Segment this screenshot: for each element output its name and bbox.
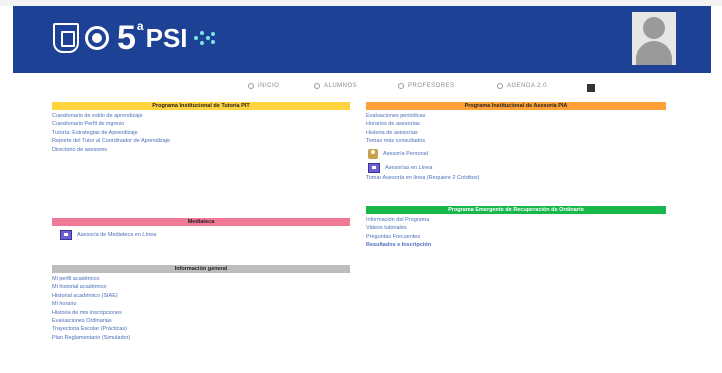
nav-label: INICIO [258, 83, 280, 89]
asesoria-link[interactable]: Tomar Asesoría en línea (Requiere 2 Créd… [366, 174, 666, 182]
info-link[interactable]: Mi historial académico [52, 283, 350, 291]
brand-psi: PSI [145, 23, 188, 53]
info-link[interactable]: Mi perfil académico [52, 275, 350, 283]
info-link[interactable]: Trayectoria Escolar (Prácticas) [52, 325, 350, 333]
info-links: Mi perfil académico Mi historial académi… [52, 275, 350, 342]
person-icon [368, 148, 378, 159]
info-section: Información general Mi perfil académico … [52, 265, 350, 342]
mediateca-link[interactable]: Asesoría de Mediateca en Línea [60, 230, 350, 240]
asesoria-personal-label: Asesoría Personal [383, 150, 428, 157]
info-link[interactable]: Historial académico (SIAE) [52, 292, 350, 300]
nav-label: AGENDA 2.0 [507, 83, 548, 89]
agenda-icon [497, 83, 503, 89]
tutoria-header: Programa Institucional de Tutoría PIT [52, 102, 350, 110]
asesoria-link[interactable]: Historia de asesorías [366, 129, 666, 137]
nav-label: ALUMNOS [324, 83, 358, 89]
unam-shield-icon [53, 23, 79, 53]
nav-inicio[interactable]: INICIO [248, 83, 279, 89]
nav-square-icon[interactable] [587, 84, 595, 92]
asesoria-link[interactable]: Evaluaciones periódicas [366, 112, 666, 120]
students-icon [314, 83, 320, 89]
recuperacion-link[interactable]: Preguntas Frecuentes [366, 233, 666, 241]
info-link[interactable]: Historia de mis inscripciones [52, 309, 350, 317]
info-link[interactable]: Evaluaciones Ordinarias [52, 317, 350, 325]
asesoria-header: Programa Institucional de Asesoría PIA [366, 102, 666, 110]
page: 5 a PSI INICIO ALUMNOS PROFESORES AGENDA… [0, 0, 722, 373]
recuperacion-link[interactable]: Videos tutoriales [366, 224, 666, 232]
recuperacion-links: Información del Programa Videos tutorial… [366, 216, 666, 250]
tutoria-link[interactable]: Reporte del Tutor al Coordinador de Apre… [52, 137, 350, 145]
mediateca-section: Mediateca Asesoría de Mediateca en Línea [52, 218, 350, 240]
asesoria-online-link[interactable]: Asesorías en Línea [368, 162, 666, 173]
recuperacion-header: Programa Emergente de Recuperación de Or… [366, 206, 666, 214]
monitor-icon [60, 230, 72, 240]
asesoria-link[interactable]: Horarios de asesorías [366, 120, 666, 128]
teachers-icon [398, 83, 404, 89]
asesoria-section: Programa Institucional de Asesoría PIA E… [366, 102, 666, 182]
tutoria-link[interactable]: Cuestionario Perfil de ingreso [52, 120, 350, 128]
tutoria-link[interactable]: Cuestionario de estilo de aprendizaje [52, 112, 350, 120]
mediateca-link-label: Asesoría de Mediateca en Línea [77, 232, 157, 238]
brand-five: 5 [117, 19, 136, 57]
info-header: Información general [52, 265, 350, 273]
main-nav: INICIO ALUMNOS PROFESORES AGENDA 2.0 [0, 83, 722, 95]
tutoria-links: Cuestionario de estilo de aprendizaje Cu… [52, 112, 350, 154]
nav-alumnos[interactable]: ALUMNOS [314, 83, 357, 89]
asesoria-links: Evaluaciones periódicas Horarios de ases… [366, 112, 666, 146]
site-logo[interactable]: 5 a PSI [53, 19, 215, 57]
brand-sup: a [136, 19, 144, 33]
circle-logo-icon [85, 26, 109, 50]
asesoria-personal-link[interactable]: Asesoría Personal [368, 148, 666, 159]
monitor-icon [368, 162, 380, 173]
mediateca-header: Mediateca [52, 218, 350, 226]
recuperacion-link[interactable]: Resultados e Inscripción [366, 241, 666, 249]
asesoria-after-links: Tomar Asesoría en línea (Requiere 2 Créd… [366, 174, 666, 182]
nav-profesores[interactable]: PROFESORES [398, 83, 455, 89]
info-link[interactable]: Mi horario [52, 300, 350, 308]
asesoria-link[interactable]: Temas más consultados [366, 137, 666, 145]
info-link[interactable]: Plan Reglamentario (Simulador) [52, 334, 350, 342]
tutoria-link[interactable]: Directorio de asesores [52, 146, 350, 154]
nav-label: PROFESORES [408, 83, 455, 89]
recuperacion-section: Programa Emergente de Recuperación de Or… [366, 206, 666, 250]
recuperacion-link[interactable]: Información del Programa [366, 216, 666, 224]
dots-icon [193, 30, 215, 46]
tutoria-section: Programa Institucional de Tutoría PIT Cu… [52, 102, 350, 154]
header-banner: 5 a PSI [13, 6, 711, 73]
asesoria-online-label: Asesorías en Línea [385, 164, 433, 171]
tutoria-link[interactable]: Tutoría: Estrategias de Aprendizaje [52, 129, 350, 137]
nav-agenda[interactable]: AGENDA 2.0 [497, 83, 547, 89]
home-icon [248, 83, 254, 89]
user-avatar-icon[interactable] [632, 12, 676, 65]
